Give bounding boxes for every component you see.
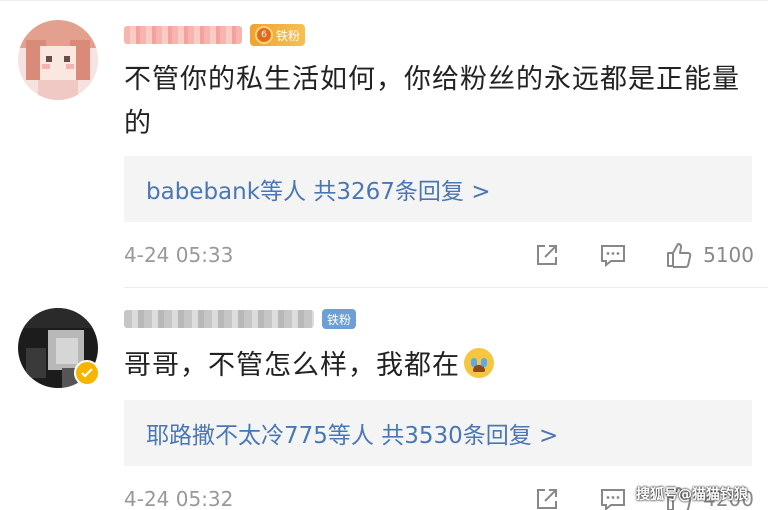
avatar[interactable] bbox=[18, 20, 98, 100]
like-count: 5100 bbox=[703, 243, 754, 267]
share-icon bbox=[537, 245, 558, 265]
comment-item: 6 铁粉 不管你的私生活如何，你给粉丝的永远都是正能量的 babebank等人 … bbox=[0, 0, 768, 288]
comment-meta: 4-24 05:33 5100 bbox=[124, 240, 754, 270]
fan-badge-label: 铁粉 bbox=[276, 28, 301, 43]
fan-medal-icon: 6 bbox=[255, 26, 273, 44]
comment-time: 4-24 05:32 bbox=[124, 487, 234, 510]
verified-badge-icon bbox=[74, 360, 100, 386]
comment-time: 4-24 05:33 bbox=[124, 243, 234, 267]
comment-actions: 5100 bbox=[495, 240, 754, 270]
reply-button[interactable] bbox=[599, 485, 627, 510]
replies-link[interactable]: 耶路撒不太冷775等人 共3530条回复 > bbox=[124, 400, 752, 466]
fan-badge[interactable]: 铁粉 bbox=[322, 309, 357, 329]
username[interactable]: 铁粉 bbox=[124, 308, 357, 330]
reply-button[interactable] bbox=[599, 241, 627, 269]
comment-icon bbox=[601, 245, 626, 268]
username[interactable]: 6 铁粉 bbox=[124, 24, 306, 46]
share-button[interactable] bbox=[533, 241, 561, 269]
replies-link[interactable]: babebank等人 共3267条回复 > bbox=[124, 156, 752, 222]
comment-item: 铁粉 哥哥，不管怎么样，我都在 耶路撒不太冷775等人 共3530条回复 > 4… bbox=[0, 288, 768, 510]
comment-icon bbox=[601, 489, 626, 510]
watermark: 搜狐号@猫猫钓狼 bbox=[636, 487, 748, 503]
like-button[interactable]: 5100 bbox=[665, 241, 754, 269]
comment-text: 哥哥，不管怎么样，我都在 bbox=[124, 344, 494, 388]
share-button[interactable] bbox=[533, 485, 561, 510]
comment-text: 不管你的私生活如何，你给粉丝的永远都是正能量的 bbox=[124, 64, 740, 139]
username-blurred bbox=[124, 310, 314, 328]
share-icon bbox=[537, 489, 558, 509]
comment-text-body: 哥哥，不管怎么样，我都在 bbox=[124, 350, 460, 381]
fan-badge[interactable]: 6 铁粉 bbox=[250, 24, 306, 46]
avatar-image bbox=[18, 20, 98, 100]
fan-badge-label: 铁粉 bbox=[327, 312, 352, 327]
thumbs-up-icon bbox=[667, 243, 692, 268]
crying-face-icon bbox=[464, 348, 494, 378]
username-blurred bbox=[124, 26, 242, 44]
